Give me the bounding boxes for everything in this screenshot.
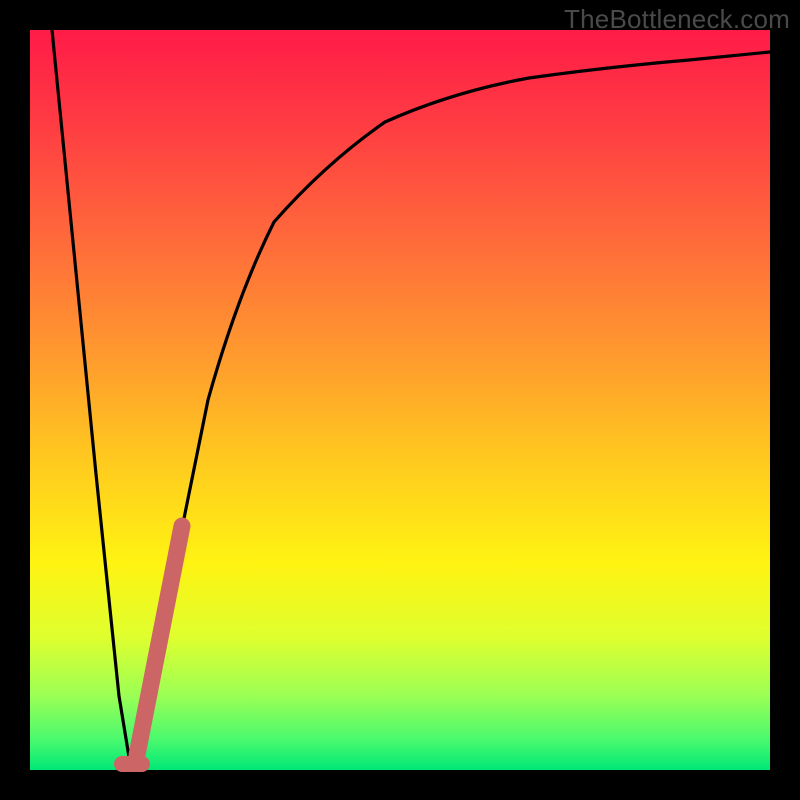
chart-frame: TheBottleneck.com	[0, 0, 800, 800]
highlight-segment	[137, 526, 182, 755]
plot-area	[30, 30, 770, 770]
watermark-text: TheBottleneck.com	[564, 4, 790, 35]
curve-layer	[30, 30, 770, 770]
